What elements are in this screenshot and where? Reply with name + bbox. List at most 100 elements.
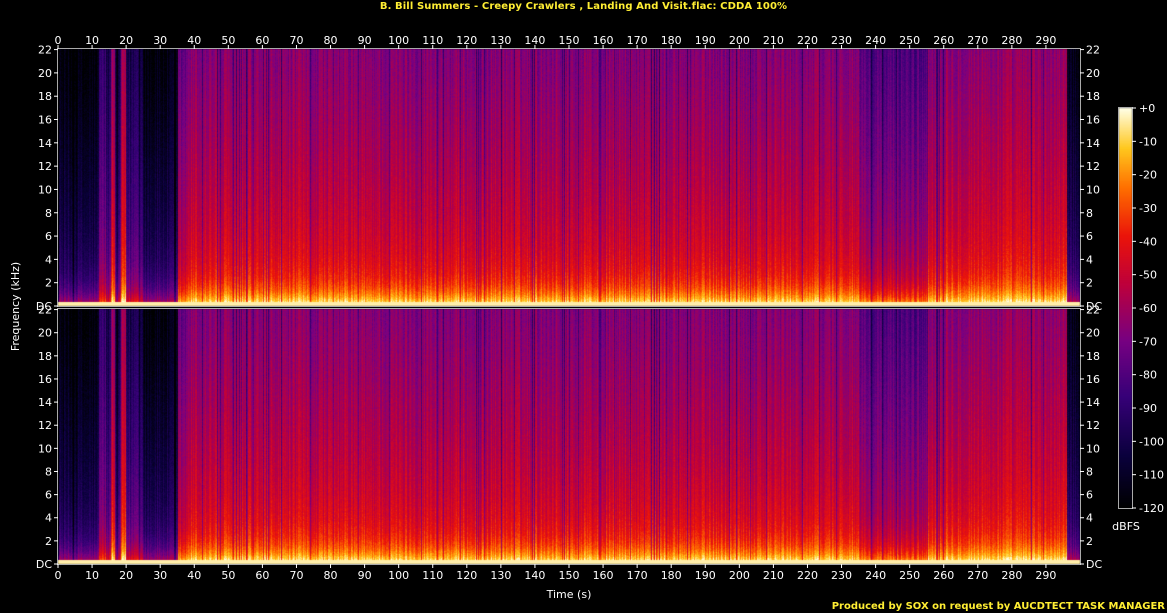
x-tick-label-top: 60 bbox=[255, 34, 269, 47]
colorbar-tick-label: -10 bbox=[1139, 135, 1157, 148]
x-tick-label-top: 230 bbox=[831, 34, 852, 47]
x-tick-label-bottom: 270 bbox=[967, 569, 988, 582]
x-tick-label-top: 30 bbox=[153, 34, 167, 47]
x-tick-label-bottom: 290 bbox=[1035, 569, 1056, 582]
x-tick-label-top: 240 bbox=[865, 34, 886, 47]
x-tick-label-top: 290 bbox=[1035, 34, 1056, 47]
y-tick-label-left: 2 bbox=[45, 535, 52, 548]
x-axis-label: Time (s) bbox=[546, 588, 592, 601]
x-tick-label-bottom: 180 bbox=[661, 569, 682, 582]
chart-overlay: 0 0 10 10 20 20 30 30 40 40 50 50 60 60 70 70 80 80 90 90 10… bbox=[9, 34, 1164, 601]
y-tick-label-right: 14 bbox=[1086, 137, 1100, 150]
x-tick-label-bottom: 190 bbox=[695, 569, 716, 582]
colorbar-tick-label: -30 bbox=[1139, 202, 1157, 215]
x-tick-label-bottom: 100 bbox=[388, 569, 409, 582]
y-tick-label-left: 6 bbox=[45, 489, 52, 502]
x-tick-label-top: 0 bbox=[55, 34, 62, 47]
x-tick-label-bottom: 150 bbox=[559, 569, 580, 582]
y-tick-label-right: 2 bbox=[1086, 535, 1093, 548]
x-tick-label-top: 130 bbox=[490, 34, 511, 47]
y-tick-label-right: 12 bbox=[1086, 160, 1100, 173]
y-tick-label-right: 20 bbox=[1086, 327, 1100, 340]
x-tick-label-bottom: 160 bbox=[593, 569, 614, 582]
y-tick-label-right: 2 bbox=[1086, 277, 1093, 290]
x-tick-label-top: 40 bbox=[187, 34, 201, 47]
y-tick-label-right: 4 bbox=[1086, 253, 1093, 266]
x-tick-label-bottom: 10 bbox=[85, 569, 99, 582]
x-tick-label-bottom: 90 bbox=[358, 569, 372, 582]
x-tick-label-bottom: 200 bbox=[729, 569, 750, 582]
colorbar-tick-label: -90 bbox=[1139, 402, 1157, 415]
x-tick-label-top: 90 bbox=[358, 34, 372, 47]
y-tick-label-right: 22 bbox=[1086, 304, 1100, 317]
y-tick-label-left: 14 bbox=[38, 137, 52, 150]
y-tick-label-left: 20 bbox=[38, 67, 52, 80]
x-tick-label-bottom: 120 bbox=[456, 569, 477, 582]
x-tick-label-bottom: 210 bbox=[763, 569, 784, 582]
y-tick-label-right: 12 bbox=[1086, 419, 1100, 432]
y-tick-label-left: 8 bbox=[45, 465, 52, 478]
y-tick-label-left: 12 bbox=[38, 419, 52, 432]
chart-title: B. Bill Summers - Creepy Crawlers , Land… bbox=[379, 1, 788, 12]
y-tick-label-left: 4 bbox=[45, 512, 52, 525]
x-tick-label-bottom: 50 bbox=[221, 569, 235, 582]
x-tick-label-top: 70 bbox=[289, 34, 303, 47]
colorbar-tick-label: -20 bbox=[1139, 169, 1157, 182]
y-axis-label: Frequency (kHz) bbox=[9, 262, 22, 351]
y-tick-label-left: 8 bbox=[45, 207, 52, 220]
x-tick-label-top: 210 bbox=[763, 34, 784, 47]
x-tick-label-top: 140 bbox=[524, 34, 545, 47]
y-tick-label-left: 18 bbox=[38, 350, 52, 363]
x-tick-label-bottom: 40 bbox=[187, 569, 201, 582]
x-tick-label-bottom: 70 bbox=[289, 569, 303, 582]
x-tick-label-top: 20 bbox=[119, 34, 133, 47]
y-tick-label-right: 4 bbox=[1086, 512, 1093, 525]
y-tick-label-right: 14 bbox=[1086, 396, 1100, 409]
y-tick-label-right: 8 bbox=[1086, 207, 1093, 220]
x-tick-label-top: 260 bbox=[933, 34, 954, 47]
x-tick-label-top: 160 bbox=[593, 34, 614, 47]
y-tick-label-left: 18 bbox=[38, 90, 52, 103]
x-tick-label-top: 100 bbox=[388, 34, 409, 47]
colorbar-tick-label: -40 bbox=[1139, 235, 1157, 248]
colorbar-tick-label: -110 bbox=[1139, 469, 1164, 482]
colorbar-tick-label: -50 bbox=[1139, 269, 1157, 282]
y-tick-label-right: 20 bbox=[1086, 67, 1100, 80]
y-tick-label-right: 18 bbox=[1086, 90, 1100, 103]
x-tick-label-bottom: 0 bbox=[55, 569, 62, 582]
x-tick-label-bottom: 110 bbox=[422, 569, 443, 582]
y-tick-label-right: 18 bbox=[1086, 350, 1100, 363]
colorbar-tick-label: -60 bbox=[1139, 302, 1157, 315]
x-tick-label-top: 280 bbox=[1001, 34, 1022, 47]
y-tick-label-right: 6 bbox=[1086, 489, 1093, 502]
colorbar-frame bbox=[1118, 107, 1133, 509]
credit-text: Produced by SOX on request by AUCDTECT T… bbox=[831, 601, 1165, 612]
plot-frame-upper bbox=[57, 48, 1081, 307]
x-tick-label-bottom: 170 bbox=[627, 569, 648, 582]
y-tick-label-left: 16 bbox=[38, 373, 52, 386]
x-tick-label-bottom: 30 bbox=[153, 569, 167, 582]
x-tick-label-bottom: 220 bbox=[797, 569, 818, 582]
y-tick-label-left: 10 bbox=[38, 442, 52, 455]
y-tick-label-left: 6 bbox=[45, 230, 52, 243]
colorbar-tick-label: -100 bbox=[1139, 435, 1164, 448]
y-tick-label-left: 22 bbox=[38, 304, 52, 317]
x-tick-label-top: 250 bbox=[899, 34, 920, 47]
x-tick-label-bottom: 80 bbox=[324, 569, 338, 582]
colorbar-label: dBFS bbox=[1112, 520, 1140, 533]
colorbar-tick-label: +0 bbox=[1139, 102, 1155, 115]
y-tick-label-left: 12 bbox=[38, 160, 52, 173]
x-tick-label-top: 180 bbox=[661, 34, 682, 47]
y-tick-label-left: 4 bbox=[45, 253, 52, 266]
y-tick-label-right: 8 bbox=[1086, 465, 1093, 478]
x-tick-label-bottom: 60 bbox=[255, 569, 269, 582]
x-tick-label-top: 200 bbox=[729, 34, 750, 47]
x-tick-label-top: 10 bbox=[85, 34, 99, 47]
y-tick-label-left: 14 bbox=[38, 396, 52, 409]
x-tick-label-top: 110 bbox=[422, 34, 443, 47]
axes-layer: 0 0 10 10 20 20 30 30 40 40 50 50 60 60 70 70 80 80 90 90 10… bbox=[9, 34, 1164, 601]
x-tick-label-bottom: 250 bbox=[899, 569, 920, 582]
x-tick-label-bottom: 280 bbox=[1001, 569, 1022, 582]
colorbar-tick-label: -70 bbox=[1139, 335, 1157, 348]
y-tick-label-left: 2 bbox=[45, 277, 52, 290]
